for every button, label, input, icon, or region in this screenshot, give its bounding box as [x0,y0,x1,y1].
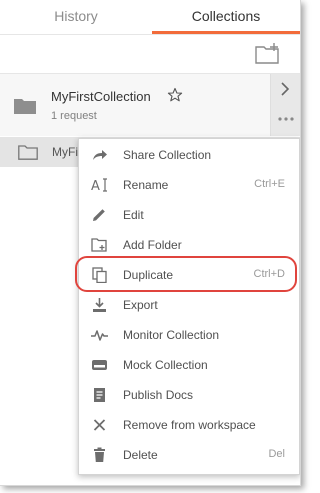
context-menu: Share Collection A Rename Ctrl+E Edit Ad… [78,138,300,475]
folder-name: MyFi [52,145,78,159]
menu-item-rename[interactable]: A Rename Ctrl+E [79,170,299,200]
svg-text:A: A [91,179,100,193]
menu-item-share-collection[interactable]: Share Collection [79,140,299,170]
rename-icon: A [91,178,107,193]
sidebar-panel: History Collections MyFirstCollection 1 … [0,0,301,486]
pencil-icon [93,209,105,221]
menu-item-edit[interactable]: Edit [79,200,299,230]
menu-item-delete[interactable]: Delete Del [79,440,299,470]
menu-label: Mock Collection [123,358,208,372]
menu-label: Rename [123,178,169,192]
menu-label: Monitor Collection [123,328,220,342]
menu-label: Delete [123,448,158,462]
new-collection-icon[interactable] [255,43,279,65]
tab-collections[interactable]: Collections [152,0,300,34]
collections-toolbar [0,35,300,74]
menu-shortcut: Ctrl+E [254,178,285,190]
duplicate-highlight-annotation [75,256,297,292]
collection-name: MyFirstCollection [51,89,151,104]
menu-item-monitor-collection[interactable]: Monitor Collection [79,320,299,350]
mock-server-icon [92,360,107,370]
menu-item-export[interactable]: Export [79,290,299,320]
menu-label: Add Folder [123,238,182,252]
collection-item[interactable]: MyFirstCollection 1 request [0,74,300,136]
tab-history[interactable]: History [0,0,152,34]
chevron-right-icon[interactable] [279,82,291,96]
collection-request-count: 1 request [51,110,97,122]
menu-item-publish-docs[interactable]: Publish Docs [79,380,299,410]
menu-item-remove-from-workspace[interactable]: Remove from workspace [79,410,299,440]
menu-label: Export [123,298,158,312]
menu-label: Remove from workspace [123,418,256,432]
menu-item-mock-collection[interactable]: Mock Collection [79,350,299,380]
folder-outline-icon [18,145,38,160]
docs-icon [94,388,105,402]
star-icon[interactable] [167,87,183,103]
add-folder-icon [91,238,107,252]
share-icon [93,150,107,160]
trash-icon [94,447,105,462]
folder-icon [14,99,36,114]
menu-label: Share Collection [123,148,212,162]
menu-label: Edit [123,208,144,222]
more-options-icon[interactable] [277,116,295,122]
sidebar-tabs: History Collections [0,0,300,35]
menu-shortcut: Del [268,448,285,460]
export-icon [93,298,106,312]
close-icon [93,419,106,431]
monitor-icon [91,330,108,341]
menu-label: Publish Docs [123,388,194,402]
